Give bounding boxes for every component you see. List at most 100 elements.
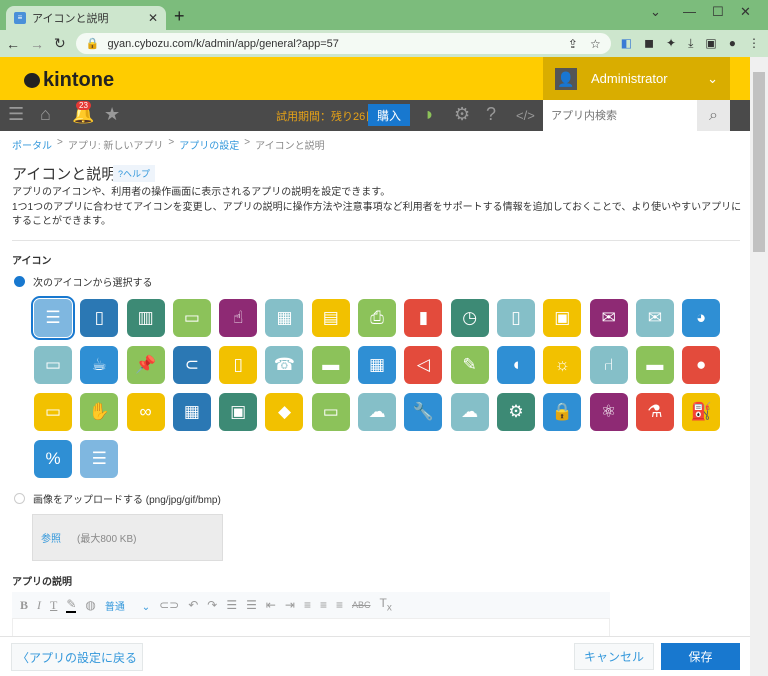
- radio-button[interactable]: [14, 493, 25, 504]
- open-mail-icon[interactable]: ✉: [589, 299, 628, 337]
- beginner-mark-icon[interactable]: ◗: [424, 104, 435, 125]
- star-icon[interactable]: ★: [104, 104, 120, 125]
- calculator-icon[interactable]: ▦: [265, 299, 304, 337]
- padlock-icon[interactable]: 🔒: [543, 393, 582, 431]
- glasses-icon[interactable]: ∞: [126, 393, 165, 431]
- thought-bubble-icon[interactable]: ☁: [358, 393, 397, 431]
- redo-icon[interactable]: ↷: [207, 598, 217, 612]
- cancel-button[interactable]: キャンセル: [574, 643, 654, 670]
- maximize-button[interactable]: ☐: [712, 4, 724, 20]
- briefcase-icon[interactable]: ▬: [311, 346, 350, 384]
- numbered-list-icon[interactable]: ☰: [226, 598, 237, 612]
- credit-card-icon[interactable]: ▭: [34, 393, 72, 431]
- breadcrumb-app-settings[interactable]: アプリの設定: [179, 137, 239, 152]
- forward-icon[interactable]: →: [30, 36, 44, 52]
- buy-button[interactable]: 購入: [368, 104, 410, 126]
- hamburger-menu-icon[interactable]: ☰: [8, 104, 24, 125]
- light-bulb-icon[interactable]: ☼: [543, 346, 582, 384]
- app-search-input[interactable]: [543, 100, 697, 131]
- puzzle-icon[interactable]: ✦: [666, 36, 676, 51]
- clear-format-icon[interactable]: Tx: [380, 596, 392, 613]
- piggy-bank-icon[interactable]: ●: [682, 346, 721, 384]
- calendar-icon[interactable]: ▦: [358, 346, 397, 384]
- download-icon[interactable]: ⤓: [688, 36, 693, 51]
- diamond-icon[interactable]: ◆: [265, 393, 304, 431]
- smartphone-icon[interactable]: ▯: [219, 346, 258, 384]
- radio-upload-image[interactable]: 画像をアップロードする (png/jpg/gif/bmp): [14, 491, 221, 506]
- breadcrumb-portal[interactable]: ポータル: [12, 137, 52, 152]
- list-icon[interactable]: ☰: [31, 296, 75, 340]
- bold-icon[interactable]: B: [20, 598, 28, 613]
- align-left-icon[interactable]: ≡: [304, 598, 311, 612]
- gears-icon[interactable]: ⚙: [496, 393, 535, 431]
- documents-icon[interactable]: ▯: [80, 299, 119, 337]
- close-tab-icon[interactable]: ✕: [148, 11, 158, 25]
- italic-icon[interactable]: I: [37, 598, 41, 613]
- folder-icon[interactable]: ▯: [496, 299, 535, 337]
- wallet-icon[interactable]: ▬: [635, 346, 674, 384]
- profile-avatar[interactable]: ●: [729, 36, 736, 51]
- megaphone-icon[interactable]: ◁: [404, 346, 443, 384]
- mouse-icon[interactable]: ◖: [496, 346, 535, 384]
- wrench-icon[interactable]: 🔧: [404, 393, 443, 431]
- printer-icon[interactable]: ⎙: [358, 299, 397, 337]
- help-link[interactable]: ?ヘルプ: [113, 165, 156, 182]
- save-button[interactable]: 保存: [661, 643, 740, 670]
- scrollbar-thumb[interactable]: [753, 72, 765, 252]
- touch-icon[interactable]: ☝: [219, 299, 258, 337]
- telephone-icon[interactable]: ☎: [265, 346, 304, 384]
- search-button[interactable]: ⌕: [697, 100, 730, 131]
- bulleted-list-icon[interactable]: ☰: [246, 598, 257, 612]
- indent-icon[interactable]: ⇥: [285, 598, 295, 612]
- url-field[interactable]: 🔒 gyan.cybozu.com/k/admin/app/general?app…: [75, 33, 611, 54]
- kintone-logo[interactable]: kintone: [24, 69, 114, 92]
- list-light-icon[interactable]: ☰: [80, 440, 119, 478]
- clock-icon[interactable]: ◷: [450, 299, 489, 337]
- safe-icon[interactable]: ▣: [219, 393, 258, 431]
- align-center-icon[interactable]: ≡: [320, 598, 327, 612]
- gear-icon[interactable]: ⚙: [454, 104, 470, 125]
- outdent-icon[interactable]: ⇤: [266, 598, 276, 612]
- percent-icon[interactable]: %: [34, 440, 72, 478]
- mail-icon[interactable]: ✉: [635, 299, 674, 337]
- undo-icon[interactable]: ↶: [188, 598, 198, 612]
- fuel-pump-icon[interactable]: ⛽: [682, 393, 721, 431]
- bookmark-star-icon[interactable]: ☆: [590, 37, 601, 51]
- flask-icon[interactable]: ⚗: [635, 393, 674, 431]
- laptop-icon[interactable]: ▭: [172, 299, 211, 337]
- pencil-icon[interactable]: ✎: [450, 346, 489, 384]
- font-size-select[interactable]: 普通 ⌄: [105, 598, 150, 613]
- cloud-upload-icon[interactable]: ☁: [450, 393, 489, 431]
- id-card-icon[interactable]: ▣: [543, 299, 582, 337]
- devtools-extension-icon[interactable]: ◼: [644, 36, 654, 51]
- home-icon[interactable]: ⌂: [40, 104, 51, 125]
- link-icon[interactable]: ⊂⊃: [159, 598, 179, 612]
- back-icon[interactable]: ←: [6, 36, 20, 52]
- back-to-app-settings-button[interactable]: 〈アプリの設定に戻る: [11, 643, 143, 671]
- minimize-button[interactable]: —: [683, 4, 696, 19]
- background-color-icon[interactable]: ◍: [85, 598, 95, 612]
- new-tab-button[interactable]: +: [174, 6, 185, 27]
- close-window-button[interactable]: ✕: [740, 4, 751, 20]
- bar-chart-icon[interactable]: ▥: [126, 299, 165, 337]
- office-chair-icon[interactable]: ⑁: [589, 346, 628, 384]
- monitor-graph-icon[interactable]: ▭: [34, 346, 72, 384]
- menu-icon[interactable]: ⋮: [748, 36, 760, 51]
- browser-tab[interactable]: ≡ アイコンと説明 ✕: [6, 6, 166, 30]
- clipboard-icon[interactable]: ▤: [311, 299, 350, 337]
- abacus-icon[interactable]: ▦: [172, 393, 211, 431]
- help-icon[interactable]: ?: [486, 104, 496, 125]
- tab-search-icon[interactable]: ⌄: [650, 4, 661, 20]
- radio-button[interactable]: [14, 276, 25, 287]
- user-menu[interactable]: 👤 Administrator ⌄: [543, 57, 730, 100]
- binders-icon[interactable]: ▮: [404, 299, 443, 337]
- code-icon[interactable]: </>: [516, 108, 535, 123]
- atom-icon[interactable]: ⚛: [589, 393, 628, 431]
- browse-link[interactable]: 参照: [41, 530, 61, 545]
- speech-bubble-icon[interactable]: ▭: [311, 393, 350, 431]
- coffee-icon[interactable]: ☕: [80, 346, 119, 384]
- extension-icon[interactable]: ◧: [621, 36, 632, 51]
- align-right-icon[interactable]: ≡: [336, 598, 343, 612]
- sidepanel-icon[interactable]: ▣: [705, 36, 716, 51]
- hand-card-icon[interactable]: ✋: [80, 393, 119, 431]
